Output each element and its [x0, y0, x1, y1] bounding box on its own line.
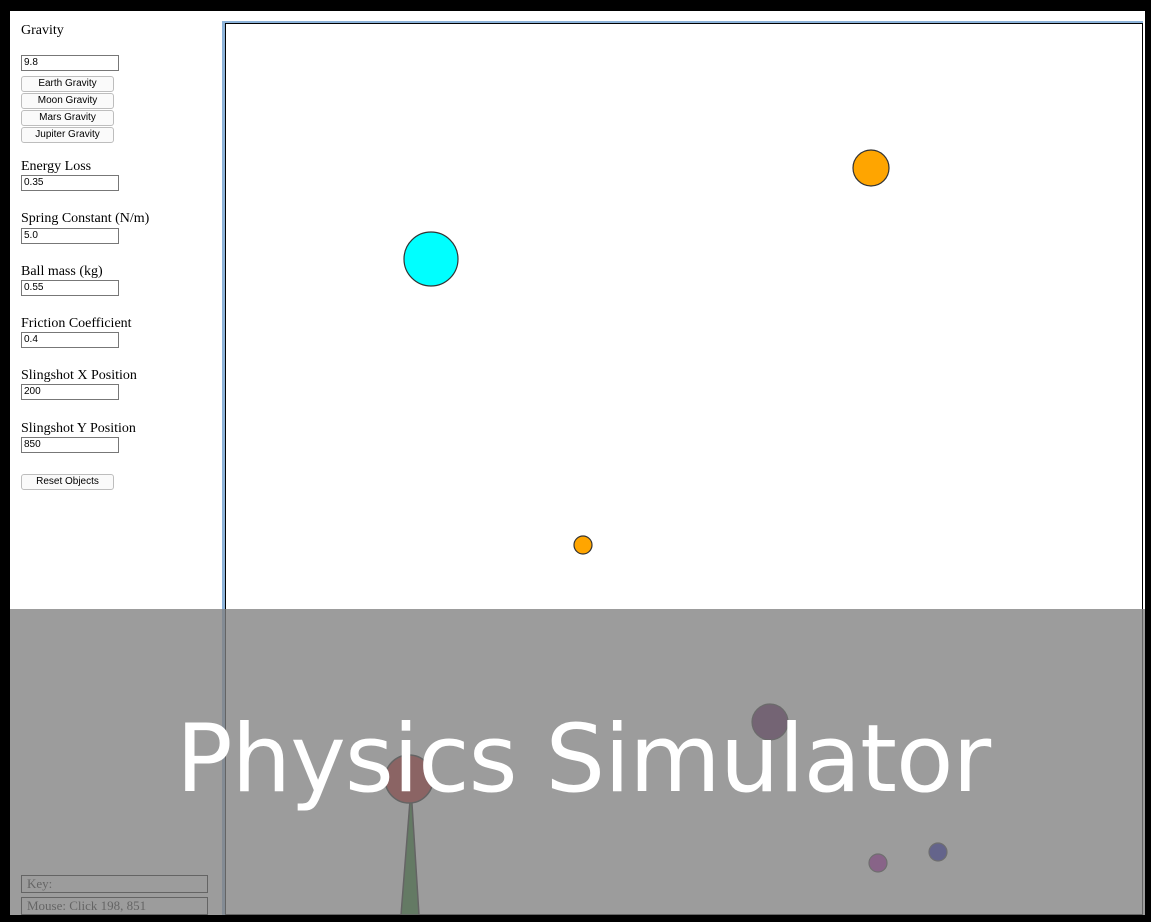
key-status: Key: — [21, 875, 208, 893]
reset-objects-button[interactable]: Reset Objects — [21, 474, 114, 490]
small-orange-ball[interactable] — [573, 535, 593, 555]
mars-gravity-button[interactable]: Mars Gravity — [21, 110, 114, 126]
slingshot-x-input[interactable] — [21, 384, 119, 400]
spring-constant-input[interactable] — [21, 228, 119, 244]
blue-ball[interactable] — [928, 842, 948, 862]
friction-coefficient-input[interactable] — [21, 332, 119, 348]
canvas-border — [225, 23, 1143, 915]
magenta-ball[interactable] — [868, 853, 888, 873]
moon-gravity-button[interactable]: Moon Gravity — [21, 93, 114, 109]
mouse-status: Mouse: Click 198, 851 — [21, 897, 208, 915]
energy-loss-label: Energy Loss — [21, 159, 92, 174]
simulation-canvas-frame[interactable] — [222, 21, 1143, 915]
purple-ball[interactable] — [751, 703, 789, 741]
ball-mass-input[interactable] — [21, 280, 119, 296]
slingshot-y-input[interactable] — [21, 437, 119, 453]
app-frame: Gravity Earth Gravity Moon Gravity Mars … — [10, 11, 1145, 915]
slingshot-y-label: Slingshot Y Position — [21, 421, 136, 436]
control-sidebar: Gravity Earth Gravity Moon Gravity Mars … — [10, 11, 222, 915]
red-ball-in-slingshot[interactable] — [384, 754, 434, 804]
ball-mass-label: Ball mass (kg) — [21, 264, 103, 279]
friction-coefficient-label: Friction Coefficient — [21, 316, 132, 331]
spring-constant-label: Spring Constant (N/m) — [21, 211, 150, 226]
gravity-label: Gravity — [21, 23, 64, 38]
slingshot-x-label: Slingshot X Position — [21, 368, 137, 383]
earth-gravity-button[interactable]: Earth Gravity — [21, 76, 114, 92]
cyan-ball[interactable] — [403, 231, 459, 287]
jupiter-gravity-button[interactable]: Jupiter Gravity — [21, 127, 114, 143]
simulation-canvas[interactable] — [225, 23, 1143, 915]
large-orange-ball[interactable] — [852, 149, 890, 187]
energy-loss-input[interactable] — [21, 175, 119, 191]
gravity-input[interactable] — [21, 55, 119, 71]
